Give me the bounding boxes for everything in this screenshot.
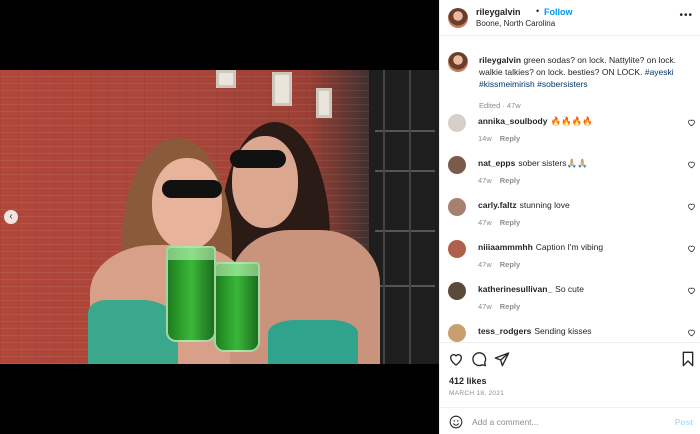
green-mug	[166, 246, 216, 342]
comment-meta: 47w Reply	[478, 260, 520, 269]
comments-list[interactable]: rileygalvin green sodas? on lock. Nattyl…	[440, 44, 700, 342]
like-comment-heart-icon[interactable]	[687, 244, 696, 253]
location-link[interactable]: Boone, North Carolina	[476, 19, 555, 28]
avatar[interactable]	[448, 156, 466, 174]
reply-button[interactable]: Reply	[500, 302, 520, 311]
more-options-icon[interactable]: •••	[679, 10, 693, 21]
comment-body: sober sisters🙏🏼🙏🏼	[518, 158, 588, 168]
like-comment-heart-icon[interactable]	[687, 328, 696, 337]
comment-username[interactable]: annika_soulbody	[478, 116, 547, 126]
caption-text: rileygalvin green sodas? on lock. Nattyl…	[479, 54, 693, 90]
comment-username[interactable]: niiiaammmhh	[478, 242, 533, 252]
post-photo[interactable]	[0, 70, 439, 364]
comment-time[interactable]: 47w	[478, 260, 492, 269]
hashtag-link[interactable]: #sobersisters	[537, 79, 588, 89]
post-details-panel: rileygalvin • Follow Boone, North Caroli…	[439, 0, 700, 434]
comment-text: tess_rodgers Sending kisses	[478, 326, 592, 336]
emoji-icon[interactable]	[449, 415, 463, 429]
building-window	[316, 88, 332, 118]
share-icon[interactable]	[494, 351, 510, 367]
comment-row: katherinesullivan_ So cute 47w Reply	[448, 282, 698, 322]
comment-time[interactable]: 47w	[478, 302, 492, 311]
avatar[interactable]	[448, 114, 466, 132]
comment-text: katherinesullivan_ So cute	[478, 284, 584, 294]
comment-body: Caption I'm vibing	[535, 242, 604, 252]
sunglasses	[162, 180, 222, 198]
like-comment-heart-icon[interactable]	[687, 118, 696, 127]
reply-button[interactable]: Reply	[500, 134, 520, 143]
post-header: rileygalvin • Follow Boone, North Caroli…	[440, 0, 700, 36]
comment-username[interactable]: tess_rodgers	[478, 326, 531, 336]
like-comment-heart-icon[interactable]	[687, 202, 696, 211]
post-button[interactable]: Post	[675, 417, 693, 427]
comment-meta: 14w Reply	[478, 134, 520, 143]
comment-row: nat_epps sober sisters🙏🏼🙏🏼 47w Reply	[448, 156, 698, 196]
separator-dot: •	[536, 6, 540, 16]
sunglasses	[230, 150, 286, 168]
comment-row: tess_rodgers Sending kisses	[448, 324, 698, 342]
comment-row: annika_soulbody 🔥🔥🔥🔥 14w Reply	[448, 114, 698, 154]
add-comment-bar: Post	[440, 407, 700, 434]
avatar[interactable]	[448, 52, 468, 72]
edited-timestamp: Edited · 47w	[479, 101, 521, 110]
comment-body: 🔥🔥🔥🔥	[550, 116, 593, 126]
comment-text: nat_epps sober sisters🙏🏼🙏🏼	[478, 158, 588, 169]
comment-body: Sending kisses	[534, 326, 592, 336]
bookmark-icon[interactable]	[680, 351, 696, 367]
comment-text: carly.faltz stunning love	[478, 200, 570, 210]
like-comment-heart-icon[interactable]	[687, 286, 696, 295]
follow-button[interactable]: Follow	[544, 7, 573, 17]
person-left-face	[152, 158, 222, 250]
avatar[interactable]	[448, 198, 466, 216]
avatar[interactable]	[448, 240, 466, 258]
green-top	[268, 320, 358, 364]
previous-arrow-icon[interactable]: ‹	[4, 210, 18, 224]
comment-body: stunning love	[519, 200, 570, 210]
avatar[interactable]	[448, 282, 466, 300]
post-date[interactable]: MARCH 18, 2021	[449, 390, 504, 397]
reply-button[interactable]: Reply	[500, 218, 520, 227]
comment-icon[interactable]	[471, 351, 487, 367]
reply-button[interactable]: Reply	[500, 260, 520, 269]
comment-row: carly.faltz stunning love 47w Reply	[448, 198, 698, 238]
comment-meta: 47w Reply	[478, 302, 520, 311]
comment-input[interactable]	[472, 414, 662, 430]
hashtag-link[interactable]: #ayeski	[645, 67, 674, 77]
green-mug	[214, 262, 260, 352]
avatar[interactable]	[448, 324, 466, 342]
likes-count[interactable]: 412 likes	[449, 376, 487, 386]
comment-time[interactable]: 14w	[478, 134, 492, 143]
heart-icon[interactable]	[448, 351, 464, 367]
action-bar: 412 likes MARCH 18, 2021 Post	[440, 342, 700, 434]
building-window	[272, 72, 292, 106]
comment-meta: 47w Reply	[478, 218, 520, 227]
green-top	[88, 300, 178, 364]
comment-time[interactable]: 47w	[478, 218, 492, 227]
hashtag-link[interactable]: #kissmeimirish	[479, 79, 535, 89]
comment-username[interactable]: katherinesullivan_	[478, 284, 552, 294]
comment-username[interactable]: nat_epps	[478, 158, 515, 168]
username-link[interactable]: rileygalvin	[476, 7, 521, 17]
comment-text: niiiaammmhh Caption I'm vibing	[478, 242, 603, 252]
comment-text: annika_soulbody 🔥🔥🔥🔥	[478, 116, 593, 127]
like-comment-heart-icon[interactable]	[687, 160, 696, 169]
photo-viewer: ‹	[0, 0, 439, 434]
comment-username[interactable]: carly.faltz	[478, 200, 517, 210]
comment-row: niiiaammmhh Caption I'm vibing 47w Reply	[448, 240, 698, 280]
comment-time[interactable]: 47w	[478, 176, 492, 185]
building-window	[216, 70, 236, 88]
caption-username[interactable]: rileygalvin	[479, 55, 521, 65]
comment-meta: 47w Reply	[478, 176, 520, 185]
comment-body: So cute	[555, 284, 584, 294]
avatar[interactable]	[448, 8, 468, 28]
reply-button[interactable]: Reply	[500, 176, 520, 185]
